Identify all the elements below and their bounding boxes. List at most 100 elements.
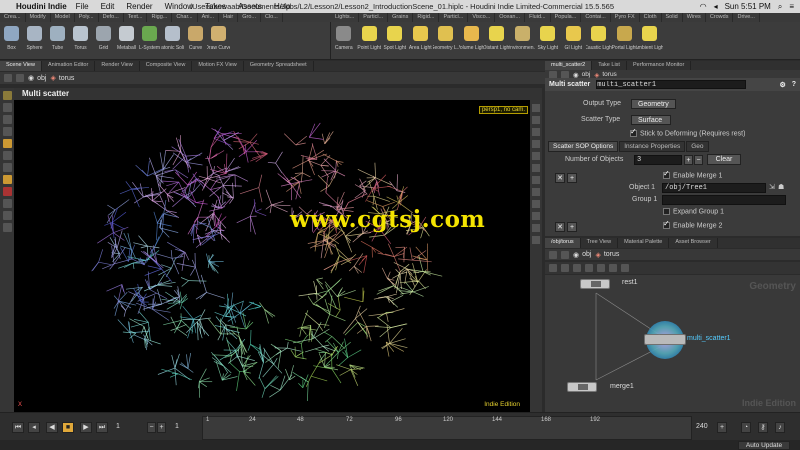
key-icon[interactable]: ⚷ (758, 422, 768, 433)
path-obj[interactable]: ◉ obj (28, 74, 46, 83)
light-icon[interactable] (2, 223, 12, 232)
shelf-tab-1[interactable]: Modify (26, 13, 51, 22)
back-icon[interactable] (549, 250, 557, 259)
clock[interactable]: Sun 5:51 PM (725, 2, 771, 11)
forward-icon[interactable] (561, 250, 569, 259)
list-view-icon[interactable] (573, 264, 581, 272)
view-tool-icon[interactable] (2, 163, 12, 172)
viewer-tab-0[interactable]: Scene View (0, 61, 42, 71)
insert-multiparm-button[interactable]: + (567, 173, 577, 183)
move-tool-icon[interactable] (2, 103, 12, 112)
stick-to-deforming-checkbox[interactable] (630, 127, 637, 137)
shelf-tool-area-light[interactable]: Area Light (408, 22, 434, 58)
shelf-tab-right-8[interactable]: Popula... (551, 13, 582, 22)
network-tab-1[interactable]: Tree View (581, 238, 619, 248)
volume-icon[interactable]: ◂ (714, 2, 718, 11)
shelf-tool-geometry-l-[interactable]: Geometry L... (433, 22, 459, 58)
network-tab-0[interactable]: /obj/torus (545, 238, 581, 248)
back-icon[interactable] (4, 74, 12, 82)
jump-end-button[interactable]: ⏭ (96, 422, 108, 433)
node-multi-scatter1[interactable] (644, 321, 686, 359)
network-box-icon[interactable] (621, 264, 629, 272)
shelf-tool-distant-light[interactable]: Distant Light (484, 22, 510, 58)
grid-icon[interactable] (2, 199, 12, 208)
shelf-tool-torus[interactable]: Torus (69, 22, 92, 58)
shelf-tab-2[interactable]: Model (51, 13, 75, 22)
node-merge1[interactable] (567, 382, 597, 392)
network-menu-icon[interactable] (549, 264, 557, 272)
rotate-tool-icon[interactable] (2, 115, 12, 124)
shelf-tab-11[interactable]: Clo... (261, 13, 283, 22)
enable-merge2-checkbox[interactable] (663, 219, 670, 229)
node-chooser-icon[interactable]: ⇲ (769, 183, 775, 191)
shelf-tab-right-5[interactable]: Visco... (468, 13, 496, 22)
menu-file[interactable]: File (76, 2, 89, 11)
scatter-type-dropdown[interactable]: Surface (631, 115, 671, 125)
shelf-tab-right-6[interactable]: Ocean... (495, 13, 526, 22)
shelf-tool-sky-light[interactable]: Sky Light (535, 22, 561, 58)
viewer-tab-3[interactable]: Composite View (140, 61, 193, 71)
shelf-tool-platonic-soli-[interactable]: Platonic Soli... (161, 22, 184, 58)
flipbook-icon[interactable] (532, 224, 540, 232)
grid-view-icon[interactable] (561, 264, 569, 272)
shading-icon[interactable] (532, 116, 540, 124)
step-back-button[interactable]: ◂ (28, 422, 40, 433)
shelf-tab-right-3[interactable]: Rigid... (413, 13, 440, 22)
viewer-tab-4[interactable]: Motion FX View (192, 61, 244, 71)
shelf-tab-9[interactable]: Hair (219, 13, 239, 22)
display-options-icon[interactable] (532, 104, 540, 112)
pose-tool-icon[interactable] (2, 151, 12, 160)
auto-update-dropdown[interactable]: Auto Update (738, 441, 790, 450)
shelf-tool-caustic-light[interactable]: Caustic Light (586, 22, 612, 58)
end-frame-field[interactable]: 240 (696, 423, 708, 433)
current-frame-field[interactable]: 1 (116, 423, 120, 433)
magnet-icon[interactable] (2, 187, 12, 196)
node-name-field[interactable] (596, 80, 747, 89)
shelf-tab-right-1[interactable]: Particl... (359, 13, 389, 22)
shelf-tool-grid[interactable]: Grid (92, 22, 115, 58)
jump-start-button[interactable]: ⏮ (12, 422, 24, 433)
visibility-icon[interactable] (532, 176, 540, 184)
path-torus[interactable]: ◈ torus (50, 74, 74, 83)
node-rest1[interactable] (580, 279, 610, 289)
audio-icon[interactable]: ♪ (775, 422, 785, 433)
enable-merge1-checkbox[interactable] (663, 169, 670, 179)
align-icon[interactable] (585, 264, 593, 272)
shelf-tool-portal-light[interactable]: Portal Light (612, 22, 638, 58)
scale-tool-icon[interactable] (2, 127, 12, 136)
wireframe-icon[interactable] (532, 128, 540, 136)
shelf-tab-right-11[interactable]: Cloth (640, 13, 662, 22)
add-object-button[interactable]: + (684, 155, 693, 165)
shelf-tool-box[interactable]: Box (0, 22, 23, 58)
group1-field[interactable] (662, 195, 786, 205)
lock-icon[interactable] (532, 188, 540, 196)
tab-instance-properties[interactable]: Instance Properties (619, 141, 686, 152)
menu-render[interactable]: Render (126, 2, 152, 11)
shelf-tool-gi-light[interactable]: GI Light (561, 22, 587, 58)
insert-multiparm2-button[interactable]: + (567, 222, 577, 232)
shelf-tool-sphere[interactable]: Sphere (23, 22, 46, 58)
network-tab-2[interactable]: Material Palette (618, 238, 670, 248)
sticky-note-icon[interactable] (609, 264, 617, 272)
shelf-tool-tube[interactable]: Tube (46, 22, 69, 58)
start-frame-field[interactable]: 1 (175, 423, 179, 433)
shelf-tab-right-2[interactable]: Grains (388, 13, 414, 22)
shelf-tool-spot-light[interactable]: Spot Light (382, 22, 408, 58)
expand-group1-checkbox[interactable] (663, 208, 670, 215)
shelf-tab-3[interactable]: Poly... (75, 13, 99, 22)
object1-field[interactable]: /obj/Tree1 (662, 183, 766, 193)
shelf-tab-right-7[interactable]: Fluid... (525, 13, 551, 22)
play-button[interactable]: ▶ (80, 422, 92, 433)
shelf-tab-right-9[interactable]: Contai... (581, 13, 611, 22)
remove-object-button[interactable]: − (694, 155, 703, 165)
points-icon[interactable] (532, 140, 540, 148)
frame-decrement-button[interactable]: − (147, 422, 156, 433)
shelf-tab-6[interactable]: Rigg... (147, 13, 173, 22)
viewer-tab-1[interactable]: Animation Editor (42, 61, 96, 71)
shelf-tab-right-15[interactable]: Drive... (733, 13, 760, 22)
shelf-tool-volume-light[interactable]: Volume Light (459, 22, 484, 58)
shelf-tab-right-14[interactable]: Crowds (706, 13, 734, 22)
shelf-tab-5[interactable]: Text... (124, 13, 148, 22)
shelf-tab-4[interactable]: Defo... (99, 13, 124, 22)
shelf-tool-draw-curve[interactable]: Draw Curve (207, 22, 230, 58)
